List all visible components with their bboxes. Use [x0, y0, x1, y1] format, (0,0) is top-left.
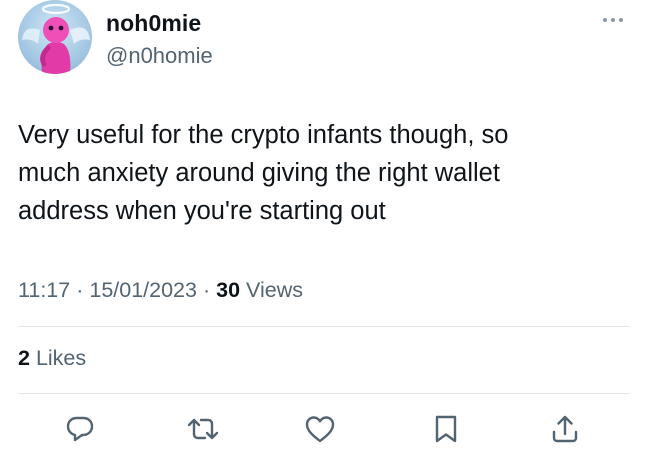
author-handle[interactable]: @n0homie — [106, 43, 213, 69]
divider — [18, 393, 630, 394]
tweet-card: noh0mie @n0homie Very useful for the cry… — [0, 0, 648, 465]
likes-label: Likes — [35, 346, 87, 370]
tweet-date[interactable]: 15/01/2023 — [89, 278, 197, 302]
bookmark-icon — [435, 415, 457, 443]
likes-link[interactable]: 2 Likes — [18, 346, 86, 371]
retweet-button[interactable] — [185, 411, 221, 447]
tweet-text: Very useful for the crypto infants thoug… — [18, 121, 509, 225]
views-count: 30 — [216, 278, 241, 302]
likes-count: 2 — [18, 346, 30, 370]
meta-separator: · — [76, 278, 84, 302]
heart-icon — [305, 416, 335, 443]
like-button[interactable] — [302, 411, 338, 447]
bookmark-button[interactable] — [428, 411, 464, 447]
meta-separator: · — [202, 278, 211, 302]
author-display-name[interactable]: noh0mie — [106, 10, 201, 37]
views-label: Views — [246, 278, 303, 302]
more-dots-icon — [603, 18, 623, 22]
tweet-metadata: 11:17 · 15/01/2023 · 30 Views — [18, 278, 303, 303]
avatar-image — [18, 0, 92, 74]
retweet-icon — [187, 418, 219, 440]
tweet-time[interactable]: 11:17 — [18, 278, 70, 302]
avatar[interactable] — [18, 0, 92, 74]
share-icon — [552, 415, 578, 443]
share-button[interactable] — [547, 411, 583, 447]
comment-bubble-icon — [66, 416, 94, 442]
more-options-button[interactable] — [597, 10, 629, 30]
reply-button[interactable] — [62, 411, 98, 447]
divider — [18, 326, 630, 327]
